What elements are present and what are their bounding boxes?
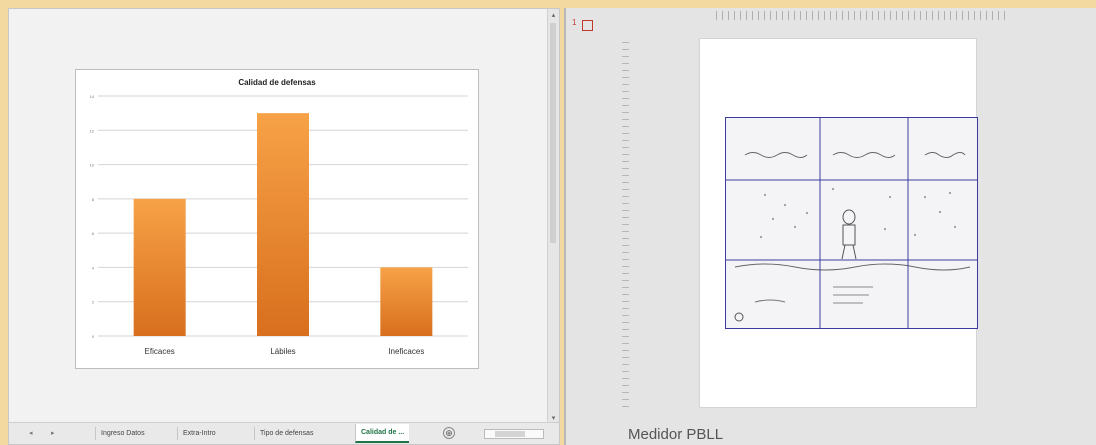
horizontal-ruler (716, 11, 1006, 20)
slide-thumbnail[interactable] (582, 20, 593, 31)
ppt-window: 1 Medidor PBLL (564, 8, 1096, 445)
bar-eficaces[interactable] (133, 198, 186, 336)
tab-nav-prev-icon[interactable]: ◂ (29, 429, 33, 437)
vertical-ruler (622, 42, 629, 412)
y-tick-label: 12 (90, 128, 95, 133)
x-category-label: Lábiles (270, 347, 295, 356)
tab-tipo-de-defensas[interactable]: Tipo de defensas (254, 427, 318, 440)
scroll-up-arrow-icon[interactable]: ▴ (549, 11, 558, 20)
vertical-scrollbar[interactable]: ▴ ▾ (547, 9, 559, 425)
y-tick-label: 4 (92, 265, 95, 270)
bar-ineficaces[interactable] (380, 267, 433, 336)
chart-plot: 0 2 4 6 8 10 12 14 Eficaces Lábiles Ineficaces (90, 94, 468, 356)
y-tick-label: 6 (92, 231, 95, 236)
y-tick-label: 14 (90, 94, 95, 99)
drawing-photo[interactable] (725, 117, 978, 329)
scroll-thumb[interactable] (550, 23, 556, 243)
slide-page[interactable] (699, 38, 978, 408)
hscroll-thumb[interactable] (495, 431, 525, 437)
bar-lábiles[interactable] (257, 113, 309, 336)
bar-chart[interactable]: Calidad de defensas 0 2 4 6 8 10 12 14 Eficaces L… (75, 69, 479, 369)
x-category-label: Ineficaces (388, 347, 424, 356)
y-tick-label: 0 (92, 334, 95, 339)
horizontal-scrollbar[interactable] (484, 429, 544, 439)
tab-ingreso-datos[interactable]: Ingreso Datos (95, 427, 150, 440)
y-tick-label: 8 (92, 197, 95, 202)
tab-calidad-de[interactable]: Calidad de ... (355, 424, 410, 443)
sheet-tab-bar: ◂ ▸ Ingreso Datos Extra-Intro Tipo de de… (9, 422, 559, 444)
worksheet-area[interactable]: Calidad de defensas 0 2 4 6 8 10 12 14 Eficaces L… (9, 9, 549, 425)
presentation-title: Medidor PBLL (628, 426, 724, 443)
y-tick-label: 2 (92, 300, 95, 305)
tab-extra-intro[interactable]: Extra-Intro (177, 427, 221, 440)
excel-window: Calidad de defensas 0 2 4 6 8 10 12 14 Eficaces L… (8, 8, 560, 445)
pencil-drawing-grid (725, 117, 978, 329)
y-tick-label: 10 (90, 163, 95, 168)
x-category-label: Eficaces (145, 347, 175, 356)
slide-number: 1 (572, 18, 577, 27)
tab-nav-next-icon[interactable]: ▸ (51, 429, 55, 437)
add-sheet-icon[interactable]: ⊕ (443, 427, 455, 439)
